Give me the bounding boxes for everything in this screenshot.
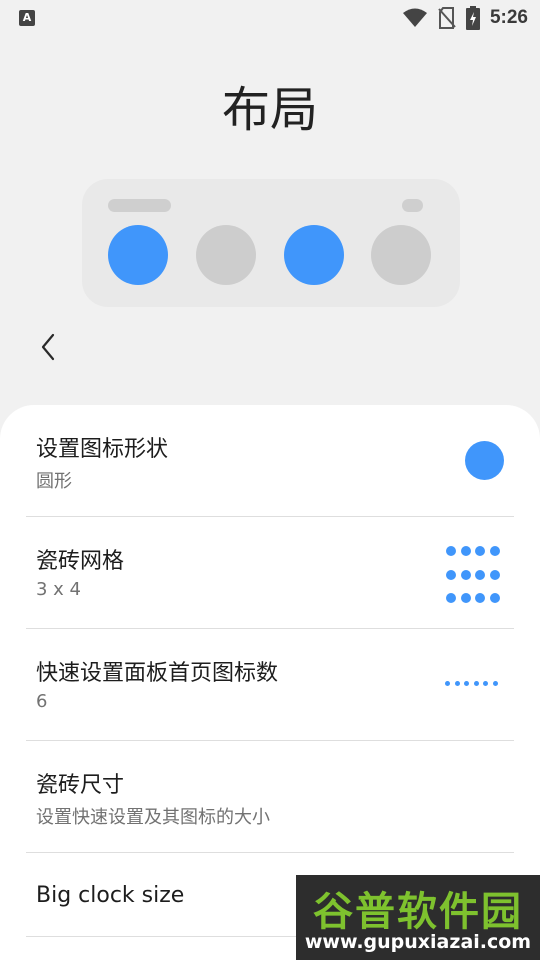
circle-shape-icon — [465, 441, 504, 480]
grid-dot — [489, 593, 500, 603]
dot — [464, 681, 469, 686]
setting-title: 设置图标形状 — [36, 437, 169, 462]
preview-placeholder-bar — [108, 199, 171, 212]
dot — [445, 681, 450, 686]
accessibility-a-icon: A — [19, 10, 35, 26]
status-icons: 5:26 — [402, 4, 528, 32]
page-title: 布局 — [221, 82, 318, 138]
grid-dot — [475, 569, 485, 580]
battery-charging-icon — [465, 6, 480, 30]
dot — [492, 681, 498, 686]
setting-title: 瓷砖网格 — [36, 549, 125, 574]
grid-dot — [460, 546, 471, 556]
grid-dot — [475, 593, 485, 603]
grid-dot — [446, 546, 456, 556]
setting-title: 瓷砖尺寸 — [36, 773, 125, 798]
dot — [483, 681, 488, 686]
setting-subtitle: 6 — [36, 691, 48, 712]
dot — [473, 681, 479, 686]
watermark-title: 谷普软件园 — [313, 889, 523, 935]
no-sim-icon — [438, 7, 456, 29]
preview-tile-circle — [371, 225, 431, 285]
setting-title: 快速设置面板首页图标数 — [36, 661, 279, 686]
dots-row-icon — [445, 681, 499, 689]
grid-dot — [446, 593, 456, 603]
watermark-url: www.gupuxiazai.com — [304, 931, 532, 953]
chevron-left-icon — [41, 333, 55, 361]
setting-title: Big clock size — [36, 883, 185, 908]
status-bar: A 5:26 — [0, 0, 540, 36]
tile-grid-icon — [446, 546, 500, 604]
preview-tile-circle — [108, 225, 168, 285]
setting-icon-shape[interactable]: 设置图标形状 圆形 — [26, 405, 514, 517]
dot — [454, 681, 460, 686]
setting-tile-size[interactable]: 瓷砖尺寸 设置快速设置及其图标的大小 — [26, 741, 514, 853]
layout-preview-card — [82, 179, 460, 307]
back-button[interactable] — [26, 325, 70, 369]
preview-placeholder-pill — [402, 199, 423, 212]
watermark-logo: 谷普软件园 www.gupuxiazai.com — [296, 875, 540, 960]
grid-dot — [489, 569, 500, 580]
preview-tile-circle — [284, 225, 344, 285]
setting-subtitle: 3 x 4 — [36, 579, 81, 600]
setting-subtitle: 设置快速设置及其图标的大小 — [36, 807, 270, 828]
setting-qs-icon-count[interactable]: 快速设置面板首页图标数 6 — [26, 629, 514, 741]
grid-dot — [475, 546, 485, 556]
grid-dot — [460, 569, 471, 580]
wifi-icon — [402, 8, 427, 27]
grid-dot — [489, 546, 500, 556]
preview-tile-circle — [196, 225, 256, 285]
grid-dot — [460, 593, 471, 603]
setting-subtitle: 圆形 — [36, 471, 72, 492]
setting-tile-grid[interactable]: 瓷砖网格 3 x 4 — [26, 517, 514, 629]
status-clock: 5:26 — [489, 7, 528, 28]
grid-dot — [446, 569, 456, 580]
